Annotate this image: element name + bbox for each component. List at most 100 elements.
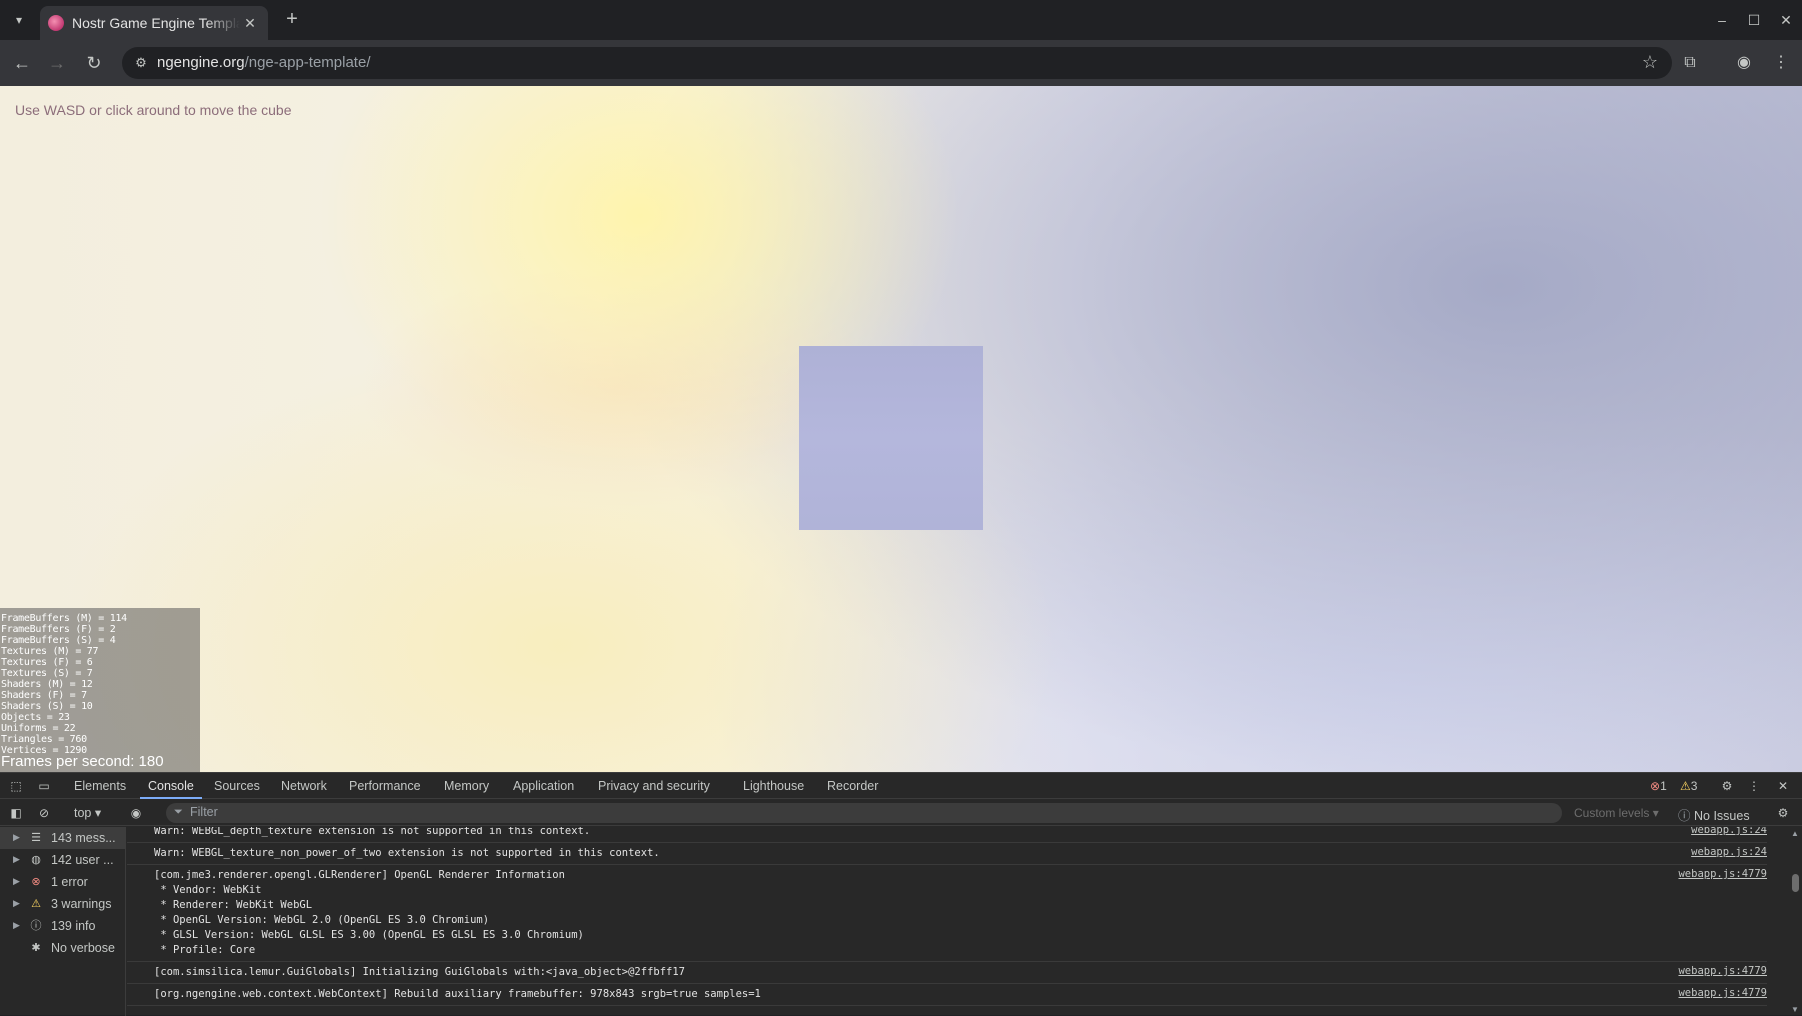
stats-line: Textures (M) = 77: [1, 646, 99, 657]
active-tab-indicator: [140, 797, 202, 799]
profile-icon[interactable]: ◉: [1732, 51, 1756, 75]
expand-arrow-icon[interactable]: ▶: [13, 898, 20, 909]
scroll-up-icon[interactable]: ▲: [1791, 829, 1799, 838]
error-icon: ⊗: [31, 876, 41, 888]
sidebar-item-info[interactable]: ▶ ⓘ 139 info: [0, 915, 126, 937]
warning-count-badge[interactable]: ⚠3: [1680, 779, 1697, 793]
console-message-text: [org.ngengine.web.context.WebContext] Re…: [154, 988, 761, 1000]
devtools-tab-memory[interactable]: Memory: [444, 779, 489, 793]
scroll-thumb[interactable]: [1792, 874, 1799, 892]
browser-menu-icon[interactable]: ⋮: [1769, 51, 1793, 75]
sidebar-item-label: 3 warnings: [51, 897, 112, 911]
instructions-text: Use WASD or click around to move the cub…: [15, 102, 292, 118]
tab-title: Nostr Game Engine Template: [72, 15, 240, 31]
url-text[interactable]: ngengine.org/nge-app-template/: [157, 54, 371, 71]
console-settings-icon[interactable]: ⚙: [1775, 805, 1791, 821]
console-message-text: [com.jme3.renderer.opengl.GLRenderer] Op…: [154, 869, 584, 956]
issues-indicator[interactable]: ⓘ No Issues: [1678, 805, 1750, 824]
devtools-tab-console[interactable]: Console: [148, 779, 194, 793]
sidebar-item-label: 1 error: [51, 875, 88, 889]
stats-line: Uniforms = 22: [1, 723, 76, 734]
info-icon: ⓘ: [30, 920, 42, 932]
site-info-icon[interactable]: ⚙: [132, 54, 150, 72]
close-tab-icon[interactable]: ✕: [240, 15, 260, 32]
maximize-icon[interactable]: ☐: [1742, 8, 1766, 32]
devtools-tab-recorder[interactable]: Recorder: [827, 779, 878, 793]
expand-arrow-icon[interactable]: ▶: [13, 832, 20, 843]
source-link[interactable]: webapp.js:24: [1691, 827, 1767, 836]
extensions-icon[interactable]: ⧉: [1678, 51, 1702, 75]
console-filter-bar: ◧ ⊘ top ▾ ◉ ⏷ Custom levels ▾ ⓘ No Issue…: [0, 800, 1802, 826]
stats-overlay: FrameBuffers (M) = 114 FrameBuffers (F) =…: [0, 608, 200, 772]
filter-box[interactable]: ⏷: [166, 803, 1562, 823]
console-message-text: Warn: WEBGL_depth_texture extension is n…: [154, 827, 591, 837]
sidebar-item-bug[interactable]: ✱ No verbose: [0, 937, 126, 959]
console-scrollbar[interactable]: ▲ ▼: [1789, 827, 1802, 1016]
live-expression-eye-icon[interactable]: ◉: [128, 805, 144, 821]
stats-line: Textures (F) = 6: [1, 657, 93, 668]
log-levels-dropdown[interactable]: Custom levels ▾: [1574, 806, 1659, 820]
inspect-element-icon[interactable]: ⬚: [8, 778, 24, 794]
devtools-panel: ⬚ ▭ Elements Console Sources Network Perform…: [0, 772, 1802, 1016]
sidebar-item-label: 139 info: [51, 919, 96, 933]
warning-icon: ⚠: [31, 898, 41, 910]
sidebar-item-user[interactable]: ▶ ◍ 142 user ...: [0, 849, 126, 871]
devtools-tab-sources[interactable]: Sources: [214, 779, 260, 793]
bookmark-star-icon[interactable]: ☆: [1642, 52, 1658, 73]
game-canvas[interactable]: Use WASD or click around to move the cub…: [0, 86, 1802, 772]
close-devtools-icon[interactable]: ✕: [1775, 778, 1791, 794]
info-circle-icon: ⓘ: [1678, 809, 1691, 823]
close-window-icon[interactable]: ✕: [1774, 8, 1798, 32]
tab-strip: ▾ Nostr Game Engine Template ✕ + – ☐ ✕: [0, 0, 1802, 40]
expand-arrow-icon[interactable]: ▶: [13, 854, 20, 865]
sidebar-item-label: 143 mess...: [51, 831, 116, 845]
source-link[interactable]: webapp.js:4779: [1678, 987, 1767, 999]
forward-arrow-icon[interactable]: →: [45, 51, 69, 75]
devtools-tab-application[interactable]: Application: [513, 779, 574, 793]
expand-arrow-icon[interactable]: ▶: [13, 920, 20, 931]
console-messages: Warn: WEBGL_depth_texture extension is n…: [127, 827, 1789, 1016]
context-selector[interactable]: top ▾: [74, 805, 101, 820]
source-link[interactable]: webapp.js:4779: [1678, 868, 1767, 880]
console-message: Warn: WEBGL_depth_texture extension is n…: [127, 827, 1767, 843]
browser-toolbar: ← → ↻ ⚙ ngengine.org/nge-app-template/ ☆…: [0, 40, 1802, 86]
console-sidebar: ▶ ☰ 143 mess... ▶ ◍ 142 user ... ▶ ⊗ 1 error ▶ ⚠ 3 …: [0, 827, 126, 1016]
address-bar[interactable]: ⚙ ngengine.org/nge-app-template/ ☆: [122, 47, 1672, 79]
sidebar-item-list[interactable]: ▶ ☰ 143 mess...: [0, 827, 126, 849]
list-icon: ☰: [31, 832, 41, 844]
stats-list: FrameBuffers (M) = 114 FrameBuffers (F) =…: [1, 613, 127, 756]
console-message: [com.jme3.renderer.opengl.GLRenderer] Op…: [127, 865, 1767, 962]
sidebar-item-warning[interactable]: ▶ ⚠ 3 warnings: [0, 893, 126, 915]
sidebar-item-label: No verbose: [51, 941, 115, 955]
reload-icon[interactable]: ↻: [82, 51, 106, 75]
devtools-menu-icon[interactable]: ⋮: [1746, 778, 1762, 794]
filter-input[interactable]: [190, 805, 490, 819]
clear-console-icon[interactable]: ⊘: [36, 805, 52, 821]
new-tab-button[interactable]: +: [280, 8, 304, 32]
stats-line: FrameBuffers (F) = 2: [1, 624, 116, 635]
source-link[interactable]: webapp.js:24: [1691, 846, 1767, 858]
minimize-icon[interactable]: –: [1710, 8, 1734, 32]
user-icon: ◍: [31, 854, 41, 866]
sidebar-item-error[interactable]: ▶ ⊗ 1 error: [0, 871, 126, 893]
source-link[interactable]: webapp.js:4779: [1678, 965, 1767, 977]
scroll-down-icon[interactable]: ▼: [1791, 1005, 1799, 1014]
back-arrow-icon[interactable]: ←: [10, 51, 34, 75]
cube: [799, 346, 983, 530]
devtools-tab-network[interactable]: Network: [281, 779, 327, 793]
sidebar-toggle-icon[interactable]: ◧: [8, 805, 24, 821]
devtools-tab-lighthouse[interactable]: Lighthouse: [743, 779, 804, 793]
devtools-tab-performance[interactable]: Performance: [349, 779, 421, 793]
console-message: [org.ngengine.web.context.WebContext] Re…: [127, 984, 1767, 1006]
error-count-badge[interactable]: ⊗1: [1650, 779, 1667, 793]
devtools-tab-privacy-and-security[interactable]: Privacy and security: [598, 779, 710, 793]
expand-arrow-icon[interactable]: ▶: [13, 876, 20, 887]
console-message: Warn: WEBGL_texture_non_power_of_two ext…: [127, 843, 1767, 865]
device-toolbar-icon[interactable]: ▭: [36, 778, 52, 794]
tab-search-button[interactable]: ▾: [8, 9, 30, 31]
stats-line: Triangles = 760: [1, 734, 87, 745]
devtools-settings-icon[interactable]: ⚙: [1719, 778, 1735, 794]
devtools-tab-elements[interactable]: Elements: [74, 779, 126, 793]
filter-icon: ⏷: [174, 806, 183, 818]
active-tab[interactable]: Nostr Game Engine Template ✕: [40, 6, 268, 40]
